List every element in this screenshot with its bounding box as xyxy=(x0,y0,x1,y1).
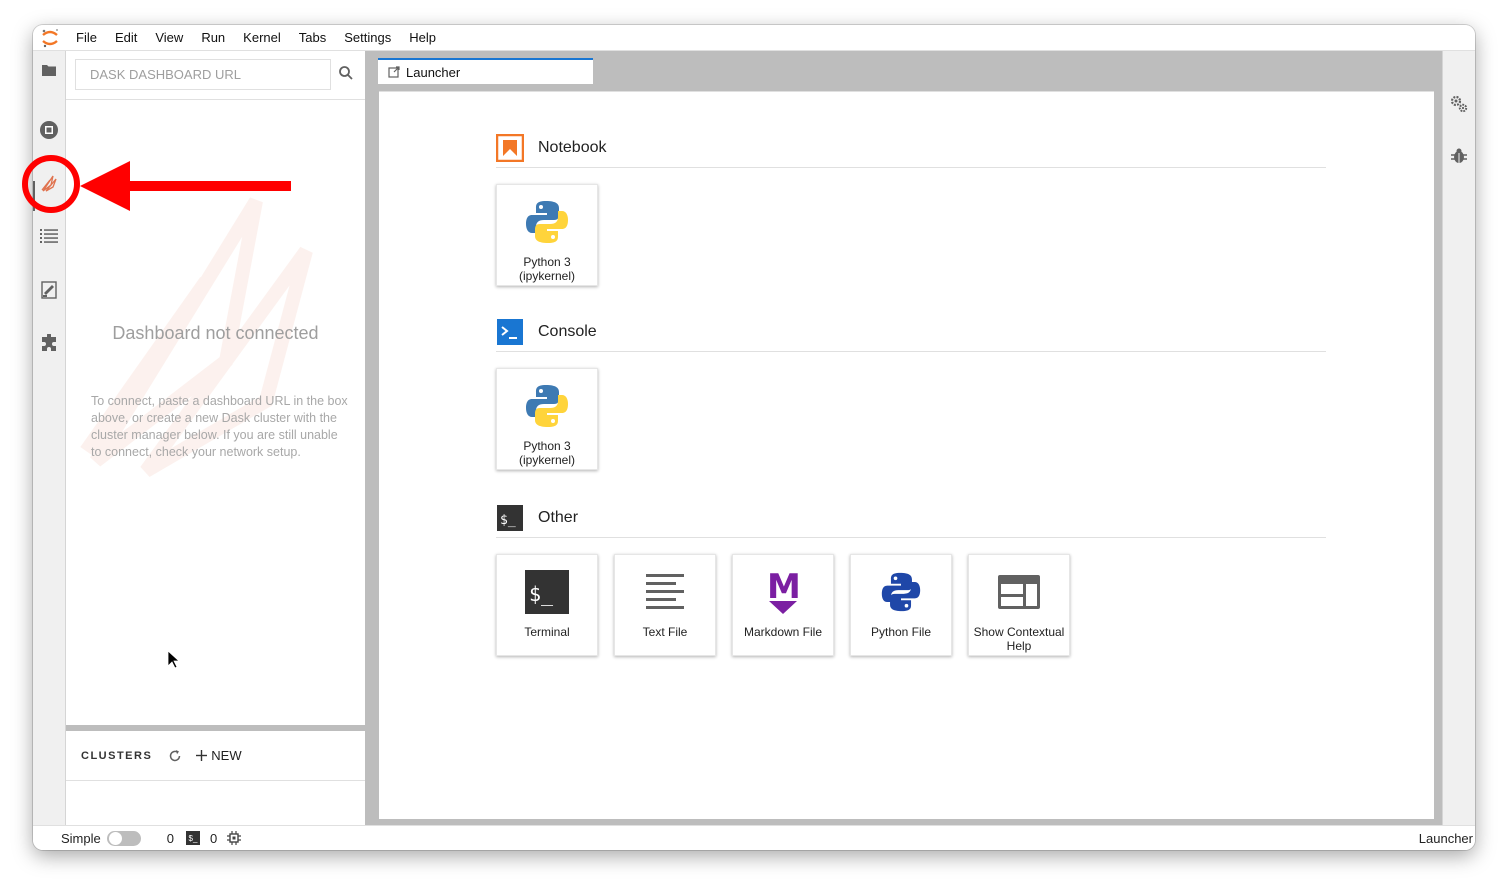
jupyter-logo-icon xyxy=(33,25,67,51)
notebook-icon xyxy=(496,133,524,162)
running-sessions-icon[interactable] xyxy=(38,119,60,141)
jupyterlab-window: File Edit View Run Kernel Tabs Settings … xyxy=(33,25,1475,850)
terminals-count[interactable]: 0 xyxy=(167,831,174,846)
dashboard-not-connected-title: Dashboard not connected xyxy=(112,323,319,343)
active-tab-marker xyxy=(33,181,35,211)
main-dock-area: Launcher Notebook Python 3 (ipykernel) C… xyxy=(371,51,1442,825)
search-icon[interactable] xyxy=(338,65,356,83)
notebook-section-header: Notebook xyxy=(496,128,1326,168)
text-file-icon xyxy=(638,565,692,619)
terminal-label: Terminal xyxy=(524,625,570,639)
terminal-card[interactable]: $_ Terminal xyxy=(496,554,598,656)
console-section: Console Python 3 (ipykernel) xyxy=(496,312,1326,470)
kernels-count[interactable]: 0 xyxy=(210,831,217,846)
new-cluster-button[interactable]: NEW xyxy=(196,748,242,763)
debugger-bug-icon[interactable] xyxy=(1450,147,1468,165)
tab-launcher-label: Launcher xyxy=(406,64,461,80)
svg-text:$_: $_ xyxy=(529,582,554,606)
menu-settings[interactable]: Settings xyxy=(335,25,400,51)
left-sidebar-tabbar xyxy=(33,51,66,825)
clusters-toolbar: CLUSTERS NEW xyxy=(66,731,365,781)
menu-help[interactable]: Help xyxy=(400,25,445,51)
python-file-card[interactable]: Python File xyxy=(850,554,952,656)
menu-bar: File Edit View Run Kernel Tabs Settings … xyxy=(33,25,1475,51)
extension-manager-icon[interactable] xyxy=(38,332,60,354)
contextual-help-card[interactable]: Show Contextual Help xyxy=(968,554,1070,656)
menu-kernel[interactable]: Kernel xyxy=(234,25,290,51)
console-python3-card[interactable]: Python 3 (ipykernel) xyxy=(496,368,598,470)
markdown-icon: M xyxy=(756,565,810,619)
console-python3-label: Python 3 (ipykernel) xyxy=(518,439,575,467)
other-section-title: Other xyxy=(538,508,579,526)
other-section: $_ Other $_ Terminal Text File M Markdow… xyxy=(496,498,1326,656)
tab-launcher[interactable]: Launcher xyxy=(378,58,593,84)
other-terminal-icon: $_ xyxy=(496,504,524,532)
dask-dashboard-url-input[interactable] xyxy=(76,60,330,89)
dask-icon[interactable] xyxy=(38,172,60,194)
status-current-activity: Launcher xyxy=(1418,830,1473,846)
dask-dashboard-url-field[interactable] xyxy=(75,59,331,90)
other-section-header: $_ Other xyxy=(496,498,1326,538)
menu-view[interactable]: View xyxy=(146,25,192,51)
status-bar: Simple 0 $_ 0 Launcher xyxy=(33,825,1475,850)
simple-mode-toggle[interactable] xyxy=(106,830,141,846)
right-sidebar-tabbar xyxy=(1442,51,1475,825)
notebook-python3-card[interactable]: Python 3 (ipykernel) xyxy=(496,184,598,286)
launcher-tab-icon xyxy=(388,66,400,78)
console-icon xyxy=(496,318,524,346)
notebook-python3-label: Python 3 (ipykernel) xyxy=(518,255,575,283)
terminal-icon: $_ xyxy=(520,565,574,619)
new-cluster-label: NEW xyxy=(211,748,242,763)
python-logo-icon xyxy=(520,379,574,433)
python-file-icon xyxy=(874,565,928,619)
console-section-header: Console xyxy=(496,312,1326,352)
folder-icon[interactable] xyxy=(38,59,60,81)
kernel-chip-icon[interactable] xyxy=(227,831,242,845)
property-gears-icon[interactable] xyxy=(1450,95,1468,113)
menu-file[interactable]: File xyxy=(67,25,106,51)
svg-text:$_: $_ xyxy=(500,513,516,528)
notebook-section: Notebook Python 3 (ipykernel) xyxy=(496,128,1326,286)
clusters-label: CLUSTERS xyxy=(81,749,153,762)
menu-tabs[interactable]: Tabs xyxy=(290,25,335,51)
simple-mode-label: Simple xyxy=(61,830,101,846)
divider xyxy=(66,99,365,100)
text-file-card[interactable]: Text File xyxy=(614,554,716,656)
dashboard-not-connected-description: To connect, paste a dashboard URL in the… xyxy=(91,394,348,459)
terminal-status-icon[interactable]: $_ xyxy=(185,831,200,845)
property-inspector-icon[interactable] xyxy=(38,279,60,301)
text-file-label: Text File xyxy=(642,625,688,639)
refresh-icon[interactable] xyxy=(168,749,182,763)
dask-panel: Dashboard not connected To connect, past… xyxy=(66,51,371,825)
plus-icon xyxy=(196,750,208,761)
notebook-section-title: Notebook xyxy=(538,138,607,156)
python-file-label: Python File xyxy=(870,625,932,639)
launcher-panel: Notebook Python 3 (ipykernel) Console Py… xyxy=(379,91,1434,819)
table-of-contents-icon[interactable] xyxy=(38,225,60,247)
markdown-file-card[interactable]: M Markdown File xyxy=(732,554,834,656)
contextual-help-label: Show Contextual Help xyxy=(973,625,1065,653)
menu-run[interactable]: Run xyxy=(192,25,234,51)
console-section-title: Console xyxy=(538,322,597,340)
markdown-file-label: Markdown File xyxy=(743,625,823,639)
menu-edit[interactable]: Edit xyxy=(106,25,146,51)
python-logo-icon xyxy=(520,195,574,249)
contextual-help-icon xyxy=(992,565,1046,619)
